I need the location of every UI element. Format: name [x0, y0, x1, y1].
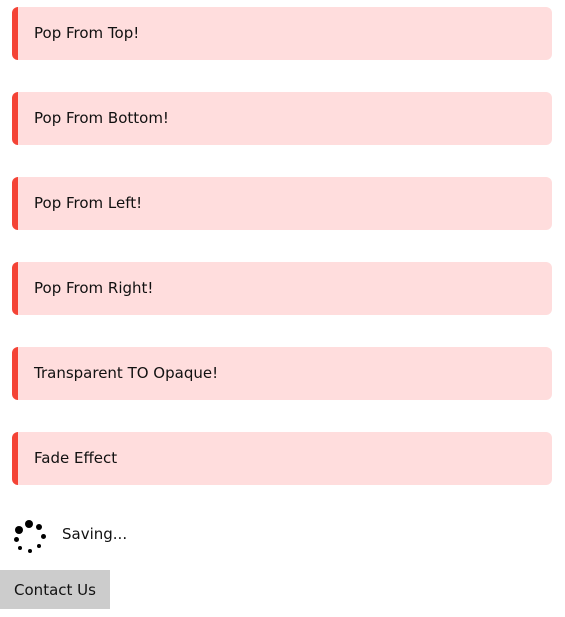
loading-spinner-icon	[12, 516, 48, 553]
spinner-dot	[37, 544, 41, 548]
alert-pop-from-top[interactable]: Pop From Top!	[12, 7, 552, 60]
alert-pop-from-left[interactable]: Pop From Left!	[12, 177, 552, 230]
spinner-dot	[18, 546, 22, 550]
alert-fade-effect[interactable]: Fade Effect	[12, 432, 552, 485]
alert-label: Pop From Right!	[34, 279, 154, 297]
alert-label: Pop From Top!	[34, 24, 140, 42]
spinner-dot	[25, 520, 33, 528]
alert-pop-from-right[interactable]: Pop From Right!	[12, 262, 552, 315]
saving-status: Saving...	[12, 514, 127, 554]
spinner-dot	[41, 534, 46, 539]
saving-text: Saving...	[62, 525, 128, 543]
alert-transparent-to-opaque[interactable]: Transparent TO Opaque!	[12, 347, 552, 400]
spinner-dot	[15, 526, 23, 534]
alert-label: Pop From Left!	[34, 194, 143, 212]
spinner-dot	[36, 524, 42, 530]
spinner-dot	[28, 549, 32, 553]
alert-list: Pop From Top! Pop From Bottom! Pop From …	[12, 7, 552, 517]
alert-label: Pop From Bottom!	[34, 109, 169, 127]
alert-label: Fade Effect	[34, 449, 118, 467]
alert-pop-from-bottom[interactable]: Pop From Bottom!	[12, 92, 552, 145]
contact-us-button[interactable]: Contact Us	[0, 570, 110, 609]
spinner-dot	[14, 537, 19, 542]
alert-label: Transparent TO Opaque!	[34, 364, 219, 382]
